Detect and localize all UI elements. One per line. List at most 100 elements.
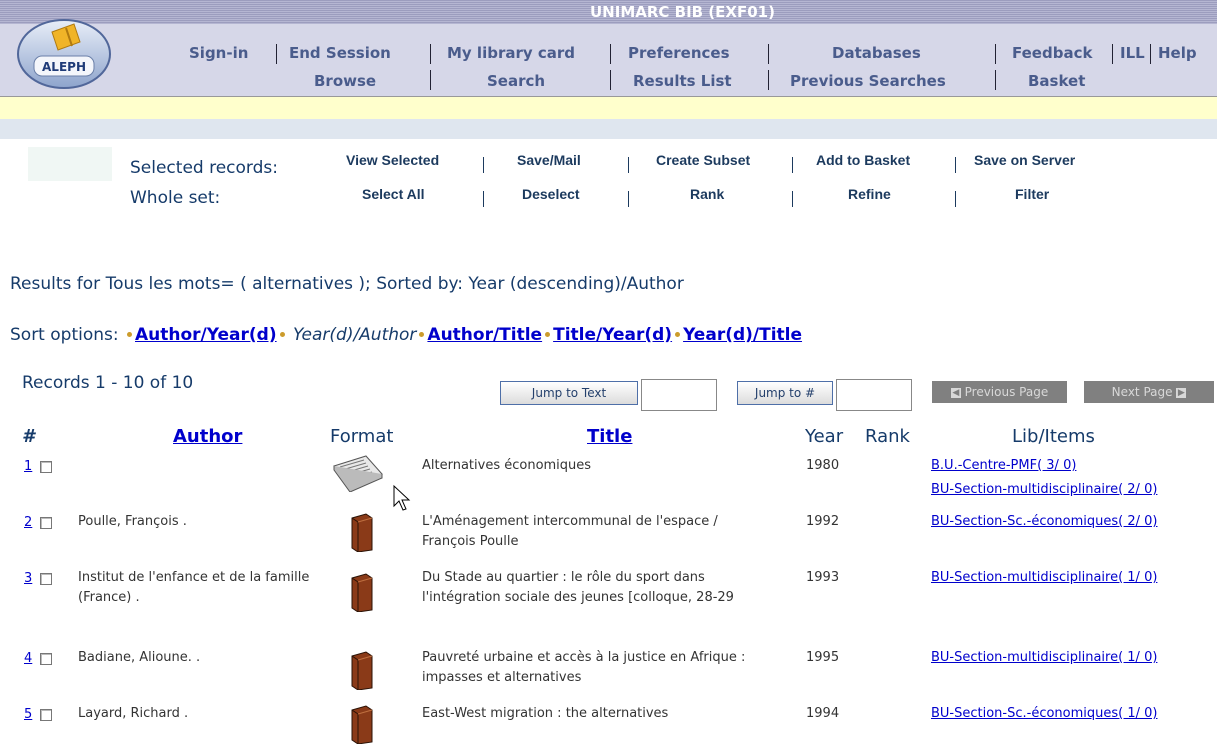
rank-button[interactable]: Rank [690,186,724,202]
sort-author-title[interactable]: Author/Title [427,325,542,345]
nav-preferences[interactable]: Preferences [628,44,730,62]
column-header-author[interactable]: Author [173,426,242,447]
nav-separator [995,44,996,64]
nav-separator [610,44,611,64]
column-header-rank: Rank [865,426,910,447]
whole-set-label: Whole set: [130,188,221,208]
nav-separator [768,44,769,64]
action-separator [955,191,956,207]
record-year: 1995 [806,650,840,665]
nav-separator [768,70,769,90]
nav-basket[interactable]: Basket [1028,72,1085,90]
message-bar [0,96,1217,119]
nav-sign-in[interactable]: Sign-in [189,44,248,62]
record-checkbox[interactable] [40,573,52,585]
nav-end-session[interactable]: End Session [289,44,391,62]
record-year: 1992 [806,514,840,529]
nav-feedback[interactable]: Feedback [1012,44,1092,62]
selected-records-label: Selected records: [130,158,278,178]
record-lib-link[interactable]: BU-Section-Sc.-économiques( 1/ 0) [931,704,1158,724]
newspaper-icon[interactable] [330,452,386,493]
add-to-basket-button[interactable]: Add to Basket [816,152,910,168]
nav-separator [1112,44,1113,64]
database-title-bar: UNIMARC BIB (EXF01) [0,0,1217,24]
nav-previous-searches[interactable]: Previous Searches [790,72,946,90]
action-separator [483,191,484,207]
book-icon[interactable] [348,650,376,691]
record-lib-link[interactable]: BU-Section-Sc.-économiques( 2/ 0) [931,512,1158,532]
record-number-link[interactable]: 2 [24,515,32,530]
previous-page-button[interactable]: ◀ Previous Page [932,381,1067,403]
bullet-icon [127,332,132,337]
aleph-logo[interactable]: ALEPH [14,12,114,90]
sort-author-year[interactable]: Author/Year(d) [135,325,277,345]
nav-separator [430,44,431,64]
column-header-number: # [22,426,35,447]
action-separator [792,157,793,173]
record-checkbox[interactable] [40,653,52,665]
info-bar [0,119,1217,139]
jump-to-text-button[interactable]: Jump to Text [500,381,638,405]
column-header-year: Year [805,426,844,447]
record-checkbox[interactable] [40,709,52,721]
book-icon[interactable] [348,704,376,745]
record-checkbox[interactable] [40,461,52,473]
next-page-label: Next Page [1111,385,1173,399]
sort-title-year[interactable]: Title/Year(d) [553,325,672,345]
action-separator [628,157,629,173]
nav-separator [276,44,277,64]
view-selected-button[interactable]: View Selected [346,152,439,168]
record-number-link[interactable]: 3 [24,571,32,586]
nav-my-library-card[interactable]: My library card [447,44,575,62]
action-separator [483,157,484,173]
action-separator [955,157,956,173]
records-count: Records 1 - 10 of 10 [22,373,194,393]
bullet-icon [419,332,425,337]
nav-ill[interactable]: ILL [1120,44,1145,62]
sort-year-title[interactable]: Year(d)/Title [683,325,802,345]
column-header-format: Format [330,426,394,447]
record-number-link[interactable]: 5 [24,707,32,722]
spacer-box [28,147,112,181]
record-lib-link[interactable]: BU-Section-multidisciplinaire( 2/ 0) [931,480,1157,500]
record-year: 1993 [806,570,840,585]
results-heading: Results for Tous les mots= ( alternative… [10,274,684,294]
nav-help[interactable]: Help [1158,44,1197,62]
nav-search[interactable]: Search [487,72,545,90]
nav-separator [430,70,431,90]
nav-results-list[interactable]: Results List [633,72,732,90]
action-separator [792,191,793,207]
bullet-icon [279,332,285,337]
nav-separator [995,70,996,90]
sort-year-author-current: Year(d)/Author [293,325,417,345]
column-header-title[interactable]: Title [587,426,632,447]
nav-browse[interactable]: Browse [314,72,376,90]
record-lib-link[interactable]: BU-Section-multidisciplinaire( 1/ 0) [931,568,1157,588]
jump-to-text-input[interactable] [641,379,717,411]
save-mail-button[interactable]: Save/Mail [517,152,581,168]
record-title: L'Aménagement intercommunal de l'espace … [422,514,718,549]
jump-to-number-button[interactable]: Jump to # [737,381,833,405]
refine-button[interactable]: Refine [848,186,891,202]
next-arrow-icon: ▶ [1176,387,1187,398]
mouse-cursor-icon [392,484,414,514]
jump-to-number-input[interactable] [836,379,912,411]
record-lib-link[interactable]: BU-Section-multidisciplinaire( 1/ 0) [931,648,1157,668]
record-number-link[interactable]: 1 [24,459,32,474]
deselect-button[interactable]: Deselect [522,186,580,202]
header-bar: UNIMARC BIB (EXF01) ALEPH Sign-in End Se… [0,0,1217,96]
action-separator [628,191,629,207]
record-checkbox[interactable] [40,517,52,529]
next-page-button[interactable]: Next Page ▶ [1084,381,1214,403]
book-icon[interactable] [348,572,376,613]
sort-options-label: Sort options: [10,325,119,345]
save-on-server-button[interactable]: Save on Server [974,152,1075,168]
record-number-link[interactable]: 4 [24,651,32,666]
nav-databases[interactable]: Databases [832,44,921,62]
record-author: Poulle, François . [78,514,187,529]
filter-button[interactable]: Filter [1015,186,1049,202]
record-lib-link[interactable]: B.U.-Centre-PMF( 3/ 0) [931,456,1076,476]
book-icon[interactable] [348,512,376,553]
create-subset-button[interactable]: Create Subset [656,152,750,168]
select-all-button[interactable]: Select All [362,186,425,202]
